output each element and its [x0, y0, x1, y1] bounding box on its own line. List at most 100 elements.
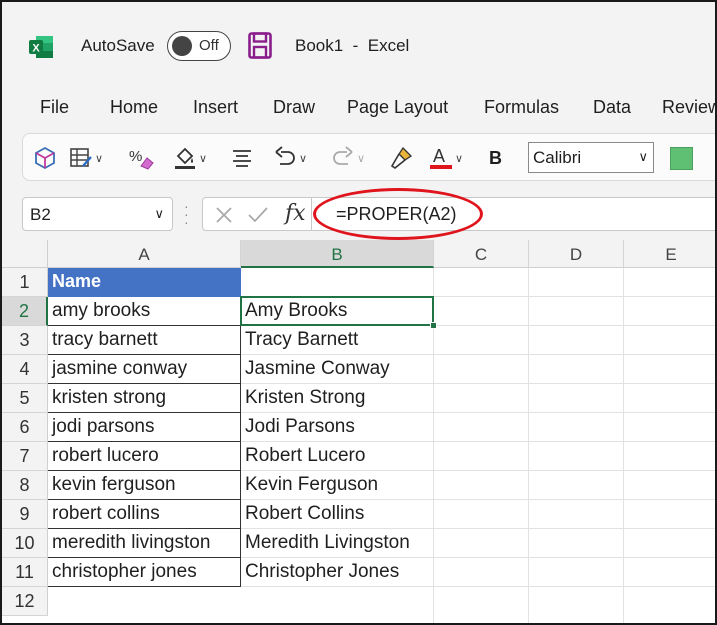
autosave-state: Off — [199, 37, 219, 54]
row-header[interactable]: 11 — [2, 558, 48, 587]
cell-a5[interactable]: kristen strong — [48, 384, 241, 413]
cell-b11[interactable]: Christopher Jones — [241, 558, 399, 587]
tab-file[interactable]: File — [40, 97, 69, 118]
cancel-icon[interactable] — [215, 206, 233, 224]
row-header[interactable]: 7 — [2, 442, 48, 471]
tab-insert[interactable]: Insert — [193, 97, 238, 118]
cell-a9[interactable]: robert collins — [48, 500, 241, 529]
align-center-icon — [233, 150, 251, 167]
row-header[interactable]: 2 — [2, 297, 48, 326]
cell-b9[interactable]: Robert Collins — [241, 500, 364, 529]
chevron-down-icon: ∨ — [95, 152, 104, 165]
excel-logo-icon: X — [29, 36, 53, 58]
toggle-knob — [172, 36, 192, 56]
cell-b10[interactable]: Meredith Livingston — [241, 529, 410, 558]
cell-b3[interactable]: Tracy Barnett — [241, 326, 358, 355]
formula-input[interactable]: =PROPER(A2) — [312, 197, 715, 231]
cell-a7[interactable]: robert lucero — [48, 442, 241, 471]
cell-a6[interactable]: jodi parsons — [48, 413, 241, 442]
enter-check-icon[interactable] — [247, 206, 269, 224]
redo-icon — [333, 146, 353, 165]
tab-home[interactable]: Home — [110, 97, 158, 118]
cell-a1[interactable]: Name — [48, 268, 241, 297]
font-color-icon: A — [430, 146, 452, 169]
redo-button[interactable]: ∨ — [331, 146, 365, 170]
column-header-b[interactable]: B — [241, 240, 434, 268]
title-bar: X AutoSave Off Book1 - Excel — [2, 2, 715, 90]
cell-a10[interactable]: meredith livingston — [48, 529, 241, 558]
document-title: Book1 - Excel — [295, 36, 410, 55]
column-header-c[interactable]: C — [434, 240, 529, 268]
row-header[interactable]: 10 — [2, 529, 48, 558]
tab-data[interactable]: Data — [593, 97, 631, 118]
chevron-down-icon: ∨ — [638, 149, 648, 164]
column-header-a[interactable]: A — [48, 240, 241, 268]
row-header[interactable]: 12 — [2, 587, 48, 616]
format-table-button[interactable]: ∨ — [69, 146, 103, 170]
more-icon[interactable]: · · · — [184, 199, 189, 229]
cell-a8[interactable]: kevin ferguson — [48, 471, 241, 500]
excel-window: X AutoSave Off Book1 - Excel File Home I… — [0, 0, 717, 625]
chevron-down-icon[interactable]: ∨ — [154, 206, 164, 222]
percent-style-button[interactable]: % — [129, 146, 155, 170]
percent-eraser-icon: % — [129, 148, 154, 170]
tab-review[interactable]: Review — [662, 97, 715, 118]
row-header[interactable]: 1 — [2, 268, 48, 297]
fill-color-button[interactable]: ∨ — [173, 146, 207, 170]
chevron-down-icon: ∨ — [299, 152, 308, 165]
tab-formulas[interactable]: Formulas — [484, 97, 559, 118]
gridline — [623, 268, 624, 623]
row-header[interactable]: 9 — [2, 500, 48, 529]
3d-box-button[interactable] — [33, 146, 57, 170]
insert-function-button[interactable]: fx — [285, 201, 306, 226]
undo-button[interactable]: ∨ — [273, 146, 307, 170]
row-header[interactable]: 5 — [2, 384, 48, 413]
chevron-down-icon: ∨ — [199, 152, 208, 165]
save-icon[interactable] — [248, 32, 272, 59]
row-header[interactable]: 4 — [2, 355, 48, 384]
autosave-label: AutoSave — [81, 36, 155, 55]
font-color-button[interactable]: A ∨ — [429, 146, 463, 170]
column-header-e[interactable]: E — [624, 240, 715, 268]
quick-toolbar: ∨ % ∨ ∨ ∨ A ∨ B Calibri ∨ — [22, 133, 715, 181]
cell-a3[interactable]: tracy barnett — [48, 326, 241, 355]
column-header-d[interactable]: D — [529, 240, 624, 268]
tab-page-layout[interactable]: Page Layout — [347, 97, 448, 118]
name-box-value: B2 — [30, 205, 51, 224]
row-header[interactable]: 3 — [2, 326, 48, 355]
tab-draw[interactable]: Draw — [273, 97, 315, 118]
font-name-select[interactable]: Calibri ∨ — [528, 142, 654, 173]
formula-text: =PROPER(A2) — [336, 204, 457, 224]
font-name-value: Calibri — [533, 148, 582, 167]
autosave-toggle[interactable]: Off — [167, 31, 231, 61]
svg-text:%: % — [129, 148, 142, 165]
fill-handle[interactable] — [430, 322, 437, 329]
bold-button[interactable]: B — [489, 146, 502, 170]
paint-bucket-icon — [175, 147, 195, 169]
gridline — [528, 268, 529, 623]
cell-b7[interactable]: Robert Lucero — [241, 442, 365, 471]
cell-b4[interactable]: Jasmine Conway — [241, 355, 390, 384]
svg-text:X: X — [32, 43, 40, 55]
format-painter-button[interactable] — [389, 146, 413, 170]
cell-b8[interactable]: Kevin Ferguson — [241, 471, 378, 500]
row-header[interactable]: 8 — [2, 471, 48, 500]
cell-a4[interactable]: jasmine conway — [48, 355, 241, 384]
chevron-down-icon: ∨ — [357, 152, 366, 165]
formula-buttons: fx — [202, 197, 312, 231]
chevron-down-icon: ∨ — [455, 152, 464, 165]
active-cell-outline — [240, 296, 434, 326]
row-header[interactable]: 6 — [2, 413, 48, 442]
fill-color-swatch[interactable] — [670, 147, 693, 170]
select-all-corner[interactable] — [2, 240, 48, 268]
cube-icon — [35, 146, 55, 170]
cell-a2[interactable]: amy brooks — [48, 297, 241, 326]
ribbon-tabs: File Home Insert Draw Page Layout Formul… — [2, 90, 715, 124]
name-box[interactable]: B2 ∨ — [22, 197, 173, 231]
cell-a11[interactable]: christopher jones — [48, 558, 241, 587]
paintbrush-icon — [390, 146, 413, 169]
cell-b6[interactable]: Jodi Parsons — [241, 413, 355, 442]
spreadsheet-grid: A B C D E 1 2 3 4 5 6 7 8 9 10 11 12 Nam… — [2, 240, 715, 623]
align-button[interactable] — [231, 146, 253, 170]
cell-b5[interactable]: Kristen Strong — [241, 384, 365, 413]
